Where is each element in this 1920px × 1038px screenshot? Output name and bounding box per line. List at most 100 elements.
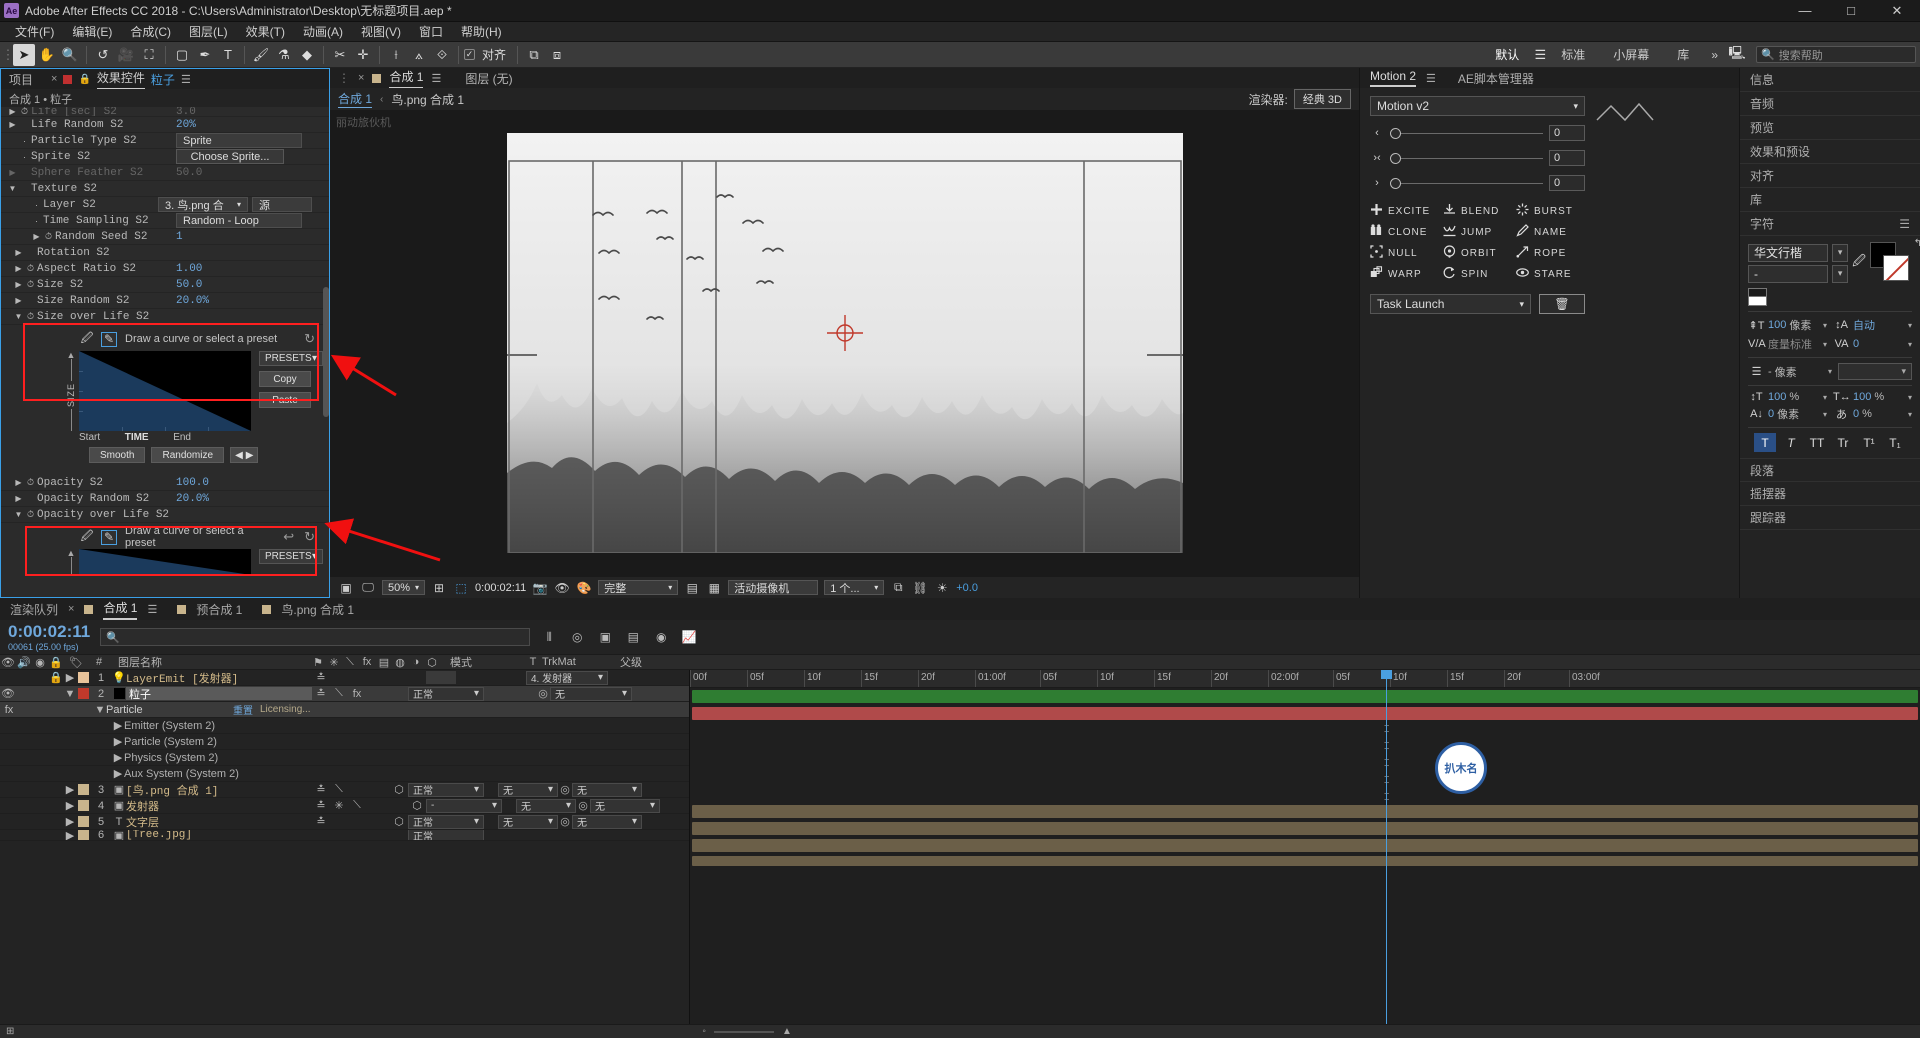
- task-launch-select[interactable]: Task Launch ▾: [1370, 294, 1531, 314]
- parent-pickwhip-icon[interactable]: ◎: [558, 814, 572, 829]
- layer-mode-select[interactable]: 正常 ▾: [408, 686, 484, 701]
- pixel-aspect-icon[interactable]: ⧉: [890, 580, 906, 596]
- style-faux-bold[interactable]: T: [1754, 433, 1776, 452]
- snapshot-icon[interactable]: 📷: [532, 580, 548, 596]
- stare-button[interactable]: STARE: [1516, 266, 1585, 282]
- slider-value[interactable]: 0: [1549, 175, 1585, 191]
- puppet-pin-tool-icon[interactable]: ✛: [352, 44, 374, 66]
- menu-edit[interactable]: 编辑(E): [63, 21, 121, 42]
- brush-tool-icon[interactable]: 🖌: [250, 44, 272, 66]
- roto-brush-tool-icon[interactable]: ✂: [329, 44, 351, 66]
- effect-reset-button[interactable]: 重置: [226, 702, 260, 717]
- layer-bar[interactable]: [692, 856, 1918, 866]
- menu-composition[interactable]: 合成(C): [121, 21, 180, 42]
- menu-layer[interactable]: 图层(L): [180, 21, 237, 42]
- tsume-value[interactable]: 0: [1853, 408, 1859, 420]
- grip-handle[interactable]: ⋮: [2, 44, 15, 66]
- list-item[interactable]: ▶ Particle (System 2): [0, 734, 689, 750]
- layer-video-toggle[interactable]: [0, 814, 16, 829]
- param-row[interactable]: ▶ Sphere Feather S2 50.0: [1, 165, 329, 181]
- current-time-group[interactable]: 0:00:02:11 00061 (25.00 fps): [8, 622, 90, 652]
- font-style-chevron-icon[interactable]: ▾: [1832, 264, 1849, 283]
- param-row-opacity-over-life[interactable]: ▼ ⏱ Opacity over Life S2: [1, 507, 329, 523]
- warp-button[interactable]: WARP: [1370, 266, 1439, 282]
- extra-tool-a-icon[interactable]: ⧉: [523, 44, 545, 66]
- no-stroke-icon[interactable]: [1884, 256, 1908, 280]
- chevron-down-icon[interactable]: ▾: [1823, 410, 1827, 419]
- chevron-down-icon[interactable]: ▾: [1823, 321, 1827, 330]
- vertical-scale-field[interactable]: ↕T 100 % ▾: [1748, 391, 1827, 403]
- layer-video-toggle[interactable]: 👁: [0, 686, 16, 701]
- size-curve-editor[interactable]: 🖉 ✎ Draw a curve or select a preset ↻ ▲ …: [1, 325, 329, 467]
- param-value[interactable]: 50.0: [176, 167, 202, 179]
- toggle-switches-modes-icon[interactable]: ⊞: [6, 1026, 14, 1037]
- slider-row-1[interactable]: ‹ 0: [1370, 125, 1585, 141]
- zoom-level-select[interactable]: 50% ▾: [382, 580, 426, 595]
- section-library[interactable]: 库: [1740, 188, 1920, 212]
- layer-name[interactable]: 文字层: [126, 814, 312, 830]
- section-preview[interactable]: 预览: [1740, 116, 1920, 140]
- baseline-shift-field[interactable]: A↓ 0 像素 ▾: [1748, 406, 1827, 422]
- workspace-library[interactable]: 库: [1663, 43, 1703, 66]
- param-row[interactable]: · Particle Type S2 Sprite: [1, 133, 329, 149]
- timeline-link-icon[interactable]: ⛓: [912, 580, 928, 596]
- layer-solo-toggle[interactable]: [32, 670, 48, 685]
- horizontal-scale-field[interactable]: T↔ 100 % ▾: [1833, 391, 1912, 403]
- layer-expand-triangle[interactable]: ▶: [64, 782, 76, 797]
- tracking-field[interactable]: VA 0 ▾: [1833, 336, 1912, 352]
- param-value[interactable]: 100.0: [176, 477, 209, 489]
- reset-curve-icon[interactable]: ↻: [304, 331, 315, 347]
- close-tab-icon[interactable]: ×: [358, 72, 364, 84]
- puppet-tool-a-icon[interactable]: ⟊: [385, 44, 407, 66]
- delete-button[interactable]: 🗑: [1539, 294, 1585, 314]
- chevron-down-icon[interactable]: ▾: [1908, 393, 1912, 402]
- workspace-overflow[interactable]: »: [1703, 45, 1726, 65]
- param-row[interactable]: ▶ ⏱ Random Seed S2 1: [1, 229, 329, 245]
- tab-project[interactable]: 项目: [9, 71, 33, 88]
- next-arrow-icon[interactable]: ▶: [246, 450, 254, 461]
- kerning-field[interactable]: V/A 度量标准 ▾: [1748, 336, 1827, 352]
- chevron-down-icon[interactable]: ▾: [1908, 410, 1912, 419]
- grid-guides-icon[interactable]: ⊞: [431, 580, 447, 596]
- layer-trkmat-select[interactable]: 无 ▾: [516, 798, 576, 813]
- timeline-search-input[interactable]: 🔍: [100, 628, 531, 646]
- composition-viewer[interactable]: 丽动旅伙机: [330, 110, 1359, 576]
- extra-tool-b-icon[interactable]: ⧈: [546, 44, 568, 66]
- layer-mode-select[interactable]: - ▾: [426, 798, 502, 813]
- paste-button[interactable]: Paste: [259, 392, 311, 408]
- layer-label-swatch[interactable]: [76, 830, 90, 840]
- param-row[interactable]: · Time Sampling S2 Random - Loop: [1, 213, 329, 229]
- layer-video-toggle[interactable]: [0, 830, 16, 840]
- null-button[interactable]: NULL: [1370, 245, 1439, 261]
- leading-field[interactable]: ↕A 自动 ▾: [1833, 317, 1912, 333]
- exposure-icon[interactable]: ☀: [934, 580, 950, 596]
- font-size-field[interactable]: ⇞T 100 像素 ▾: [1748, 317, 1827, 333]
- baseline-value[interactable]: 0: [1768, 408, 1774, 420]
- panel-menu-icon[interactable]: ☰: [147, 603, 157, 616]
- opacity-over-life-graph[interactable]: [79, 549, 251, 575]
- choose-sprite-button[interactable]: Choose Sprite...: [176, 149, 284, 164]
- comp-flowchart-icon[interactable]: ▣: [338, 580, 354, 596]
- layer-trkmat-select[interactable]: 无 ▾: [498, 814, 558, 829]
- close-tab-icon[interactable]: ×: [68, 603, 74, 615]
- slider-knob[interactable]: [1390, 127, 1401, 139]
- layer-list[interactable]: 🔒 ▶ 1 💡 LayerEmit [发射器] ≛ 4. 发射器 ▾ 👁 ▼ 2…: [0, 670, 690, 1024]
- layer-solo-toggle[interactable]: [32, 814, 48, 829]
- tab-composition-1[interactable]: 合成 1: [389, 68, 424, 89]
- layer-mode-select[interactable]: 正常 ▾: [408, 814, 484, 829]
- curve-nav-buttons[interactable]: ◀ ▶: [230, 447, 259, 463]
- param-row-size-random[interactable]: ▶ Size Random S2 20.0%: [1, 293, 329, 309]
- size-presets-button[interactable]: PRESETS ▾: [259, 351, 323, 366]
- chevron-down-icon[interactable]: ▾: [1901, 366, 1906, 377]
- workspace-default[interactable]: 默认: [1481, 43, 1533, 66]
- section-tracker[interactable]: 跟踪器: [1740, 506, 1920, 530]
- size-over-life-graph[interactable]: [79, 351, 251, 431]
- eyedropper-icon[interactable]: 🖉: [79, 331, 95, 347]
- slider-track[interactable]: [1390, 127, 1543, 139]
- zoom-tool-icon[interactable]: 🔍: [59, 44, 81, 66]
- puppet-tool-c-icon[interactable]: ⟐: [431, 44, 453, 66]
- stroke-width-value[interactable]: -: [1768, 366, 1772, 378]
- style-all-caps[interactable]: TT: [1806, 433, 1828, 452]
- grip-handle[interactable]: ⋮: [338, 71, 350, 85]
- time-sampling-dropdown[interactable]: Random - Loop: [176, 213, 302, 228]
